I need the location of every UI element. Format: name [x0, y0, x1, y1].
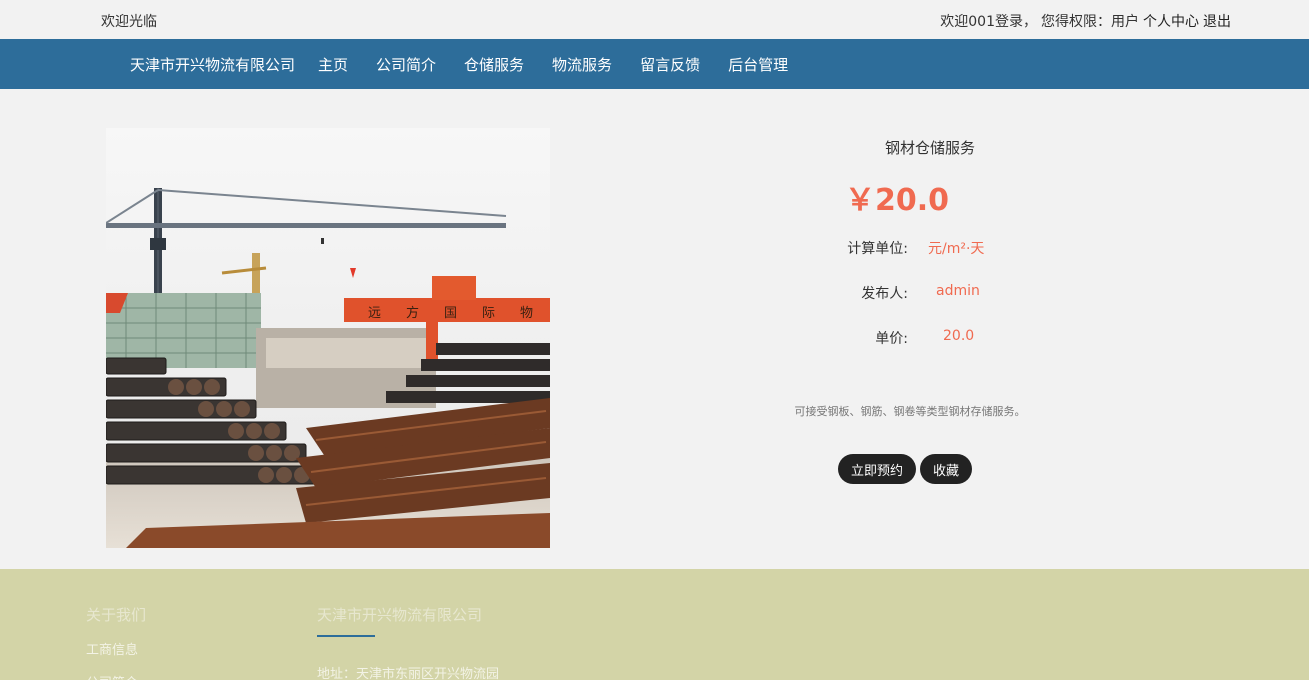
- nav-menu: 主页 公司简介 仓储服务 物流服务 留言反馈 后台管理: [318, 54, 788, 75]
- product-name: 钢材仓储服务: [884, 139, 975, 157]
- user-center-link[interactable]: 个人中心: [1143, 11, 1199, 31]
- logout-link[interactable]: 退出: [1203, 11, 1231, 31]
- footer-company: 天津市开兴物流有限公司 地址：天津市东丽区开兴物流园: [317, 604, 499, 680]
- company-heading: 天津市开兴物流有限公司: [317, 606, 483, 624]
- permission-text: 您得权限：用户: [1041, 14, 1139, 30]
- about-heading: 关于我们: [86, 606, 147, 624]
- product-description: 可接受钢板、钢筋、钢卷等类型钢材存储服务。: [794, 405, 1026, 418]
- reserve-button[interactable]: 立即预约: [838, 454, 917, 484]
- product-detail: 远 方 国 际 物 钢材仓储服务 ￥20.0 计算单位: 元/m²·天 发布人:…: [0, 89, 1309, 569]
- product-price: ￥20.0: [845, 183, 950, 218]
- footer-about: 关于我们 工商信息 公司简介: [86, 604, 146, 680]
- top-bar: 欢迎光临 欢迎001登录， 您得权限：用户 个人中心 退出: [0, 0, 1309, 39]
- svg-text:际: 际: [482, 306, 495, 321]
- unit-value: 元/m²·天: [928, 241, 985, 257]
- nav-item-feedback[interactable]: 留言反馈: [640, 54, 700, 75]
- user-greeting: 欢迎001登录，: [940, 14, 1037, 30]
- main-navbar: 天津市开兴物流有限公司 主页 公司简介 仓储服务 物流服务 留言反馈 后台管理: [0, 39, 1309, 89]
- publisher-value: admin: [936, 283, 980, 299]
- svg-text:国: 国: [444, 306, 457, 321]
- nav-item-admin[interactable]: 后台管理: [728, 54, 788, 75]
- user-status: 欢迎001登录， 您得权限：用户 个人中心 退出: [940, 11, 1231, 31]
- unit-label: 计算单位:: [847, 241, 908, 257]
- svg-text:远: 远: [368, 306, 381, 321]
- company-address: 地址：天津市东丽区开兴物流园: [317, 667, 500, 680]
- product-info: 钢材仓储服务: [760, 134, 1100, 158]
- nav-item-logistics[interactable]: 物流服务: [552, 54, 612, 75]
- product-image: 远 方 国 际 物: [106, 128, 550, 548]
- price-block: ￥20.0: [845, 175, 949, 219]
- brand-title[interactable]: 天津市开兴物流有限公司: [130, 54, 295, 75]
- welcome-text: 欢迎光临: [101, 14, 157, 30]
- nav-item-storage[interactable]: 仓储服务: [464, 54, 524, 75]
- publisher-label: 发布人:: [861, 286, 908, 302]
- favorite-button[interactable]: 收藏: [920, 454, 973, 484]
- footer: 关于我们 工商信息 公司简介 天津市开兴物流有限公司 地址：天津市东丽区开兴物流…: [0, 569, 1309, 680]
- action-buttons: 立即预约 收藏: [838, 454, 973, 484]
- svg-text:物: 物: [520, 306, 533, 321]
- footer-link-business-info[interactable]: 工商信息: [86, 639, 146, 658]
- nav-item-about[interactable]: 公司简介: [376, 54, 436, 75]
- nav-item-home[interactable]: 主页: [318, 54, 348, 75]
- footer-link-company-intro[interactable]: 公司简介: [86, 672, 146, 680]
- unit-price-value: 20.0: [943, 328, 975, 344]
- heading-underline: [317, 635, 375, 637]
- unit-price-label: 单价:: [875, 331, 908, 347]
- svg-text:方: 方: [406, 305, 419, 321]
